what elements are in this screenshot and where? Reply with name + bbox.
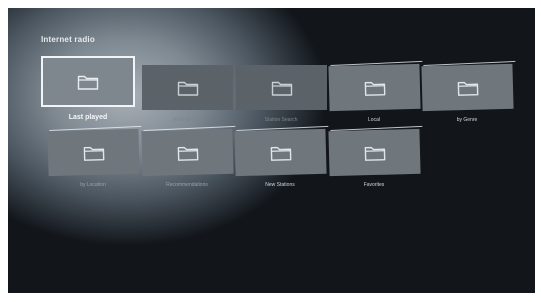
- tile-last-played[interactable]: [41, 56, 135, 107]
- tile-station-search[interactable]: [236, 65, 327, 110]
- tile-favorites[interactable]: [328, 128, 421, 177]
- page-title: Internet radio: [41, 35, 95, 44]
- tile-label-last-played: Last played: [68, 114, 108, 121]
- tile-by-location[interactable]: [47, 128, 140, 177]
- folder-icon: [82, 144, 104, 162]
- tile-label-by-genre: by Genre: [456, 117, 478, 123]
- folder-icon: [456, 79, 478, 97]
- tile-recommendations[interactable]: [141, 128, 234, 177]
- tile-label-favorites: Favorites: [363, 182, 385, 188]
- folder-icon: [176, 144, 198, 162]
- tile-local[interactable]: [328, 63, 421, 112]
- tv-screen: Internet radio Last played Artist Search…: [8, 8, 535, 293]
- tile-artist-search[interactable]: [142, 65, 233, 110]
- tile-by-genre[interactable]: [421, 63, 514, 112]
- tile-new-stations[interactable]: [234, 128, 327, 177]
- folder-icon: [363, 79, 385, 97]
- folder-icon: [271, 79, 293, 96]
- folder-icon: [269, 144, 291, 162]
- folder-icon: [77, 73, 99, 90]
- folder-icon: [177, 79, 199, 96]
- folder-icon: [363, 144, 385, 162]
